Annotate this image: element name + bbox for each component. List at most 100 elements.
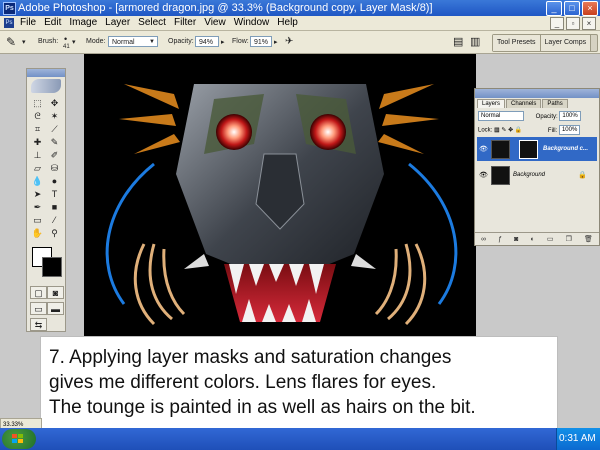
slice-tool-icon[interactable]: ⟋ bbox=[47, 123, 62, 135]
lock-all-icon[interactable]: 🔒 bbox=[515, 128, 522, 134]
eyedropper-tool-icon[interactable]: ⁄ bbox=[47, 214, 62, 226]
menu-select[interactable]: Select bbox=[138, 16, 166, 30]
trash-icon[interactable]: 🗑 bbox=[584, 235, 593, 243]
right-jaw-spike bbox=[351, 254, 376, 269]
marquee-tool-icon[interactable]: ⬚ bbox=[30, 97, 45, 109]
tool-preset-dropdown[interactable]: ▾ bbox=[22, 38, 26, 46]
opacity-slider-arrow[interactable]: ▸ bbox=[221, 38, 225, 46]
doc-restore-button[interactable]: ▫ bbox=[566, 17, 580, 30]
standard-mode-icon[interactable]: ▢ bbox=[30, 286, 47, 299]
magic-wand-tool-icon[interactable]: ✶ bbox=[47, 110, 62, 122]
link-layers-icon[interactable]: ∞ bbox=[481, 236, 486, 243]
brush-label: Brush: bbox=[38, 38, 59, 45]
tab-channels[interactable]: Channels bbox=[506, 99, 542, 108]
layer-thumbnail bbox=[491, 166, 510, 185]
lasso-tool-icon[interactable]: ᘓ bbox=[30, 110, 45, 122]
paint-bucket-tool-icon[interactable]: ⛁ bbox=[47, 162, 62, 174]
left-jaw-spike bbox=[184, 254, 209, 269]
system-clock[interactable]: 0:31 AM bbox=[556, 428, 600, 450]
menu-help[interactable]: Help bbox=[277, 16, 298, 30]
menu-edit[interactable]: Edit bbox=[44, 16, 61, 30]
opacity-label: Opacity: bbox=[168, 38, 194, 45]
close-button[interactable]: × bbox=[582, 1, 598, 16]
screen-mode-full-icon[interactable]: ▬ bbox=[47, 302, 64, 315]
title-bar: Ps Adobe Photoshop - [armored dragon.jpg… bbox=[0, 0, 600, 16]
file-browser-icon[interactable]: ▤ bbox=[453, 35, 463, 48]
layers-panel-title-bar[interactable] bbox=[475, 89, 599, 98]
layer-row-background[interactable]: 👁 Background 🔒 bbox=[477, 163, 597, 187]
eye-icon[interactable]: 👁 bbox=[479, 171, 488, 179]
layer-comps-tab[interactable]: Layer Comps bbox=[540, 35, 592, 51]
document-icon[interactable]: Ps bbox=[4, 18, 14, 28]
new-group-icon[interactable]: ▭ bbox=[547, 235, 554, 243]
eye-icon[interactable]: 👁 bbox=[479, 145, 488, 153]
flow-slider-arrow[interactable]: ▸ bbox=[274, 38, 278, 46]
mode-select[interactable]: Normal ▼ bbox=[108, 36, 158, 47]
tool-presets-tab[interactable]: Tool Presets bbox=[493, 35, 541, 51]
brush-picker-arrow[interactable]: ▾ bbox=[72, 38, 76, 46]
left-eye bbox=[216, 114, 252, 150]
zoom-tool-icon[interactable]: ⚲ bbox=[47, 227, 62, 239]
notes-tool-icon[interactable]: ▭ bbox=[30, 214, 45, 226]
maximize-button[interactable]: □ bbox=[564, 1, 580, 16]
lock-pixels-icon[interactable]: ✎ bbox=[501, 128, 506, 134]
right-hair-tuft bbox=[374, 243, 427, 326]
minimize-button[interactable]: _ bbox=[546, 1, 562, 16]
history-brush-tool-icon[interactable]: ✐ bbox=[47, 149, 62, 161]
quick-mask-icon[interactable]: ◙ bbox=[47, 286, 64, 299]
menu-view[interactable]: View bbox=[204, 16, 226, 30]
menu-window[interactable]: Window bbox=[234, 16, 270, 30]
layers-panel: Layers Channels Paths Normal Opacity: 10… bbox=[474, 88, 600, 246]
healing-brush-tool-icon[interactable]: ✚ bbox=[30, 136, 45, 148]
palette-icon[interactable]: ▥ bbox=[470, 35, 480, 48]
flow-input[interactable]: 91% bbox=[250, 36, 272, 47]
layer-opacity-value: 100% bbox=[562, 113, 578, 119]
menu-filter[interactable]: Filter bbox=[174, 16, 196, 30]
adjustment-layer-icon[interactable]: ◐ bbox=[531, 236, 535, 243]
brush-tool-icon[interactable]: ✎ bbox=[6, 35, 16, 49]
toolbox-panel: ⬚ ✥ ᘓ ✶ ⌗ ⟋ ✚ ✎ ⊥ ✐ ▱ ⛁ 💧 ● ➤ T ✒ ■ ▭ ⁄ … bbox=[26, 68, 66, 332]
type-tool-icon[interactable]: T bbox=[47, 188, 62, 200]
path-selection-tool-icon[interactable]: ➤ bbox=[30, 188, 45, 200]
blend-mode-select[interactable]: Normal bbox=[478, 111, 524, 121]
lock-transparency-icon[interactable]: ▦ bbox=[494, 128, 500, 134]
lock-position-icon[interactable]: ✥ bbox=[508, 128, 513, 134]
crop-tool-icon[interactable]: ⌗ bbox=[30, 123, 45, 135]
menu-image[interactable]: Image bbox=[69, 16, 97, 30]
layer-opacity-input[interactable]: 100% bbox=[559, 111, 581, 121]
brush-tip-icon[interactable]: • bbox=[64, 34, 67, 44]
doc-minimize-button[interactable]: _ bbox=[550, 17, 564, 30]
airbrush-icon[interactable]: ✈ bbox=[285, 36, 293, 47]
dodge-tool-icon[interactable]: ● bbox=[47, 175, 62, 187]
toolbox-title-bar[interactable] bbox=[27, 69, 65, 77]
clone-stamp-tool-icon[interactable]: ⊥ bbox=[30, 149, 45, 161]
screen-mode-standard-icon[interactable]: ▭ bbox=[30, 302, 47, 315]
layer-style-icon[interactable]: ƒ bbox=[498, 236, 502, 243]
fill-value: 100% bbox=[561, 127, 578, 133]
add-mask-icon[interactable]: ◙ bbox=[514, 236, 518, 243]
tab-layers[interactable]: Layers bbox=[477, 99, 506, 108]
new-layer-icon[interactable]: ❐ bbox=[566, 235, 572, 243]
menu-file[interactable]: File bbox=[20, 16, 36, 30]
move-tool-icon[interactable]: ✥ bbox=[47, 97, 62, 109]
layer-mask-thumbnail[interactable] bbox=[519, 140, 538, 159]
document-canvas[interactable] bbox=[84, 54, 476, 336]
adobe-online-icon[interactable] bbox=[31, 79, 61, 93]
brush-tool-icon[interactable]: ✎ bbox=[47, 136, 62, 148]
eraser-tool-icon[interactable]: ▱ bbox=[30, 162, 45, 174]
background-color-swatch[interactable] bbox=[42, 257, 62, 277]
blur-tool-icon[interactable]: 💧 bbox=[30, 175, 45, 187]
pen-tool-icon[interactable]: ✒ bbox=[30, 201, 45, 213]
doc-close-button[interactable]: × bbox=[582, 17, 596, 30]
menu-layer[interactable]: Layer bbox=[105, 16, 130, 30]
layer-row-background-copy[interactable]: 👁 Background c... bbox=[477, 137, 597, 161]
start-button[interactable] bbox=[2, 429, 36, 449]
opacity-input[interactable]: 94% bbox=[195, 36, 219, 47]
shape-tool-icon[interactable]: ■ bbox=[47, 201, 62, 213]
blend-mode-value: Normal bbox=[481, 113, 501, 119]
hand-tool-icon[interactable]: ✋ bbox=[30, 227, 45, 239]
jump-to-imageready-icon[interactable]: ⇆ bbox=[30, 318, 47, 331]
tab-paths[interactable]: Paths bbox=[542, 99, 568, 108]
flow-label: Flow: bbox=[232, 38, 249, 45]
fill-input[interactable]: 100% bbox=[558, 125, 581, 135]
